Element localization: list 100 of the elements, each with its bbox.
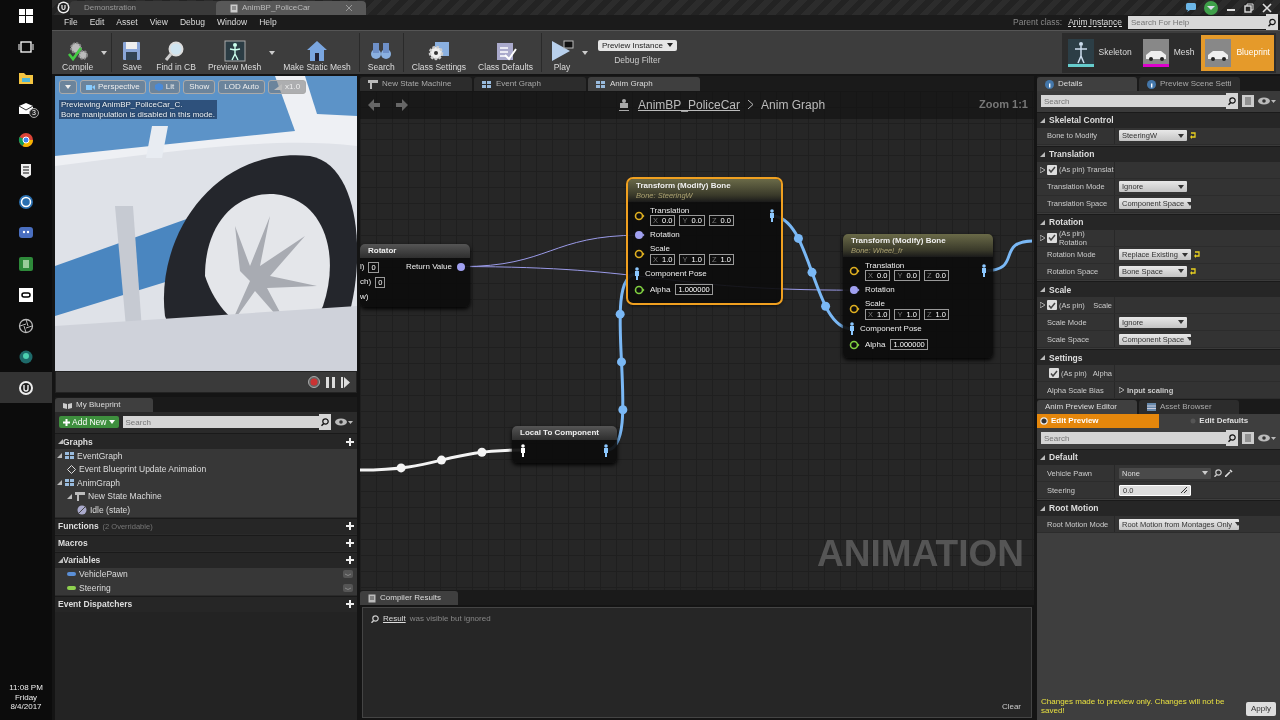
expand-triangle-icon[interactable] xyxy=(67,493,72,499)
mode-button[interactable]: Skeleton xyxy=(1063,34,1136,71)
dropdown-arrow-icon[interactable] xyxy=(581,50,588,55)
checkbox[interactable] xyxy=(1047,164,1057,175)
eye-icon[interactable] xyxy=(1258,97,1276,105)
step-forward-icon[interactable] xyxy=(341,376,350,388)
visibility-toggle-icon[interactable] xyxy=(343,583,353,592)
app-icon[interactable] xyxy=(18,286,34,303)
panel-tab[interactable]: Asset Browser xyxy=(1139,400,1239,414)
toolbar-button[interactable]: Compile xyxy=(56,33,100,72)
checkbox[interactable] xyxy=(1047,300,1057,311)
section-header[interactable]: Skeletal Control xyxy=(1037,112,1280,128)
windows-logo-icon[interactable] xyxy=(18,7,34,24)
shield-icon[interactable] xyxy=(18,162,34,179)
eyedropper-icon[interactable] xyxy=(1225,469,1233,477)
reset-arrow-icon[interactable] xyxy=(1194,251,1201,259)
expand-triangle-icon[interactable] xyxy=(1040,287,1045,293)
reset-arrow-icon[interactable] xyxy=(1190,132,1197,140)
graph-node[interactable]: Local To Component xyxy=(512,426,617,463)
section-header[interactable]: Graphs xyxy=(55,433,357,450)
update-icon[interactable] xyxy=(1204,0,1218,15)
section-header[interactable]: Rotation xyxy=(1037,213,1280,230)
toolbar-button[interactable]: Class Settings xyxy=(405,33,473,72)
clear-button[interactable]: Clear xyxy=(995,701,1027,713)
search-field[interactable]: Search xyxy=(122,416,319,429)
menu-item[interactable]: View xyxy=(143,17,174,28)
viewport-menu-button[interactable] xyxy=(59,80,77,94)
dropdown-arrow-icon[interactable] xyxy=(101,50,108,55)
menu-item[interactable]: File xyxy=(58,17,84,28)
forward-arrow-icon[interactable] xyxy=(396,99,408,111)
mode-button[interactable]: Mesh xyxy=(1138,34,1199,71)
expand-triangle-icon[interactable] xyxy=(1040,219,1045,225)
menu-item[interactable]: Window xyxy=(210,17,254,28)
section-header[interactable]: Default xyxy=(1037,449,1280,465)
toolbar-button[interactable]: Preview Mesh xyxy=(201,33,268,72)
section-header[interactable]: Macros xyxy=(55,534,357,551)
viewport-button[interactable]: Lit xyxy=(148,80,181,94)
expand-triangle-icon[interactable] xyxy=(58,557,63,563)
panel-tab[interactable]: Anim Preview Editor xyxy=(1037,400,1137,414)
expand-triangle-icon[interactable] xyxy=(1040,455,1045,460)
toolbar-button[interactable]: Find in CB xyxy=(150,33,202,72)
engine-logo-icon[interactable] xyxy=(18,193,34,210)
expand-triangle-icon[interactable] xyxy=(57,480,62,486)
tree-item[interactable]: Idle (state) xyxy=(55,503,357,517)
expand-triangle-icon[interactable] xyxy=(1040,234,1045,241)
parent-class-link[interactable]: Anim Instance xyxy=(1068,17,1122,28)
expand-triangle-icon[interactable] xyxy=(1040,117,1045,123)
apply-button[interactable]: Apply xyxy=(1246,702,1276,716)
section-header[interactable]: Event Dispatchers xyxy=(55,595,357,612)
section-header[interactable]: Settings xyxy=(1037,349,1280,366)
add-icon[interactable] xyxy=(346,522,354,531)
add-icon[interactable] xyxy=(346,556,354,565)
expand-triangle-icon[interactable] xyxy=(1119,387,1124,394)
result-link[interactable]: Result xyxy=(383,614,406,624)
search-field[interactable]: Search xyxy=(1041,432,1226,444)
reset-arrow-icon[interactable] xyxy=(1190,267,1197,275)
chat-bubble-icon[interactable] xyxy=(1186,3,1196,12)
expand-triangle-icon[interactable] xyxy=(58,439,63,445)
add-icon[interactable] xyxy=(346,437,354,446)
tree-item[interactable]: Steering xyxy=(55,581,357,595)
dropdown-arrow-icon[interactable] xyxy=(269,50,276,55)
record-icon[interactable] xyxy=(308,376,320,388)
viewport-button[interactable]: Show xyxy=(183,80,216,94)
engine-logo-icon[interactable] xyxy=(18,379,34,396)
expand-triangle-icon[interactable] xyxy=(1040,355,1045,361)
window-tab[interactable]: AnimBP_PoliceCar xyxy=(216,1,366,15)
search-button[interactable]: Search xyxy=(361,33,401,72)
mode-toggle[interactable]: Edit Defaults xyxy=(1158,414,1280,428)
section-header[interactable]: Variables xyxy=(55,551,357,568)
add-new-button[interactable]: Add New xyxy=(59,416,119,429)
graph-tab[interactable]: Anim Graph xyxy=(588,77,700,91)
panel-tab[interactable]: Compiler Results xyxy=(360,591,458,605)
mail-icon[interactable] xyxy=(18,100,34,117)
section-header[interactable]: Scale xyxy=(1037,281,1280,298)
add-icon[interactable] xyxy=(346,539,354,548)
graph-tab[interactable]: Event Graph xyxy=(474,77,586,91)
panel-tab[interactable]: My Blueprint xyxy=(55,398,153,412)
toolbar-button[interactable]: Class Defaults xyxy=(472,33,539,72)
expand-triangle-icon[interactable] xyxy=(1040,302,1045,309)
expand-triangle-icon[interactable] xyxy=(1040,151,1045,157)
toolbar-button[interactable]: Make Static Mesh xyxy=(277,33,357,72)
add-icon[interactable] xyxy=(346,600,354,609)
tree-item[interactable]: AnimGraph xyxy=(55,476,357,490)
panel-tab[interactable]: Preview Scene Setti xyxy=(1139,77,1240,91)
section-header[interactable]: Translation xyxy=(1037,145,1280,162)
menu-item[interactable]: Edit xyxy=(83,17,111,28)
debug-filter-dropdown[interactable]: Preview Instance xyxy=(597,39,677,52)
pause-icon[interactable] xyxy=(326,376,335,388)
menu-item[interactable]: Help xyxy=(253,17,283,28)
eye-icon[interactable] xyxy=(1258,434,1276,442)
eye-icon[interactable] xyxy=(335,418,353,427)
expand-triangle-icon[interactable] xyxy=(57,453,62,459)
chat-bubble-icon[interactable] xyxy=(18,224,34,241)
menu-item[interactable]: Debug xyxy=(173,17,211,28)
visibility-toggle-icon[interactable] xyxy=(343,570,353,579)
toolbar-button[interactable]: Save xyxy=(114,33,151,72)
expand-triangle-icon[interactable] xyxy=(1040,166,1045,173)
tree-item[interactable]: EventGraph xyxy=(55,449,357,463)
app-icon[interactable] xyxy=(18,255,34,272)
search-field[interactable]: Search xyxy=(1041,95,1226,107)
